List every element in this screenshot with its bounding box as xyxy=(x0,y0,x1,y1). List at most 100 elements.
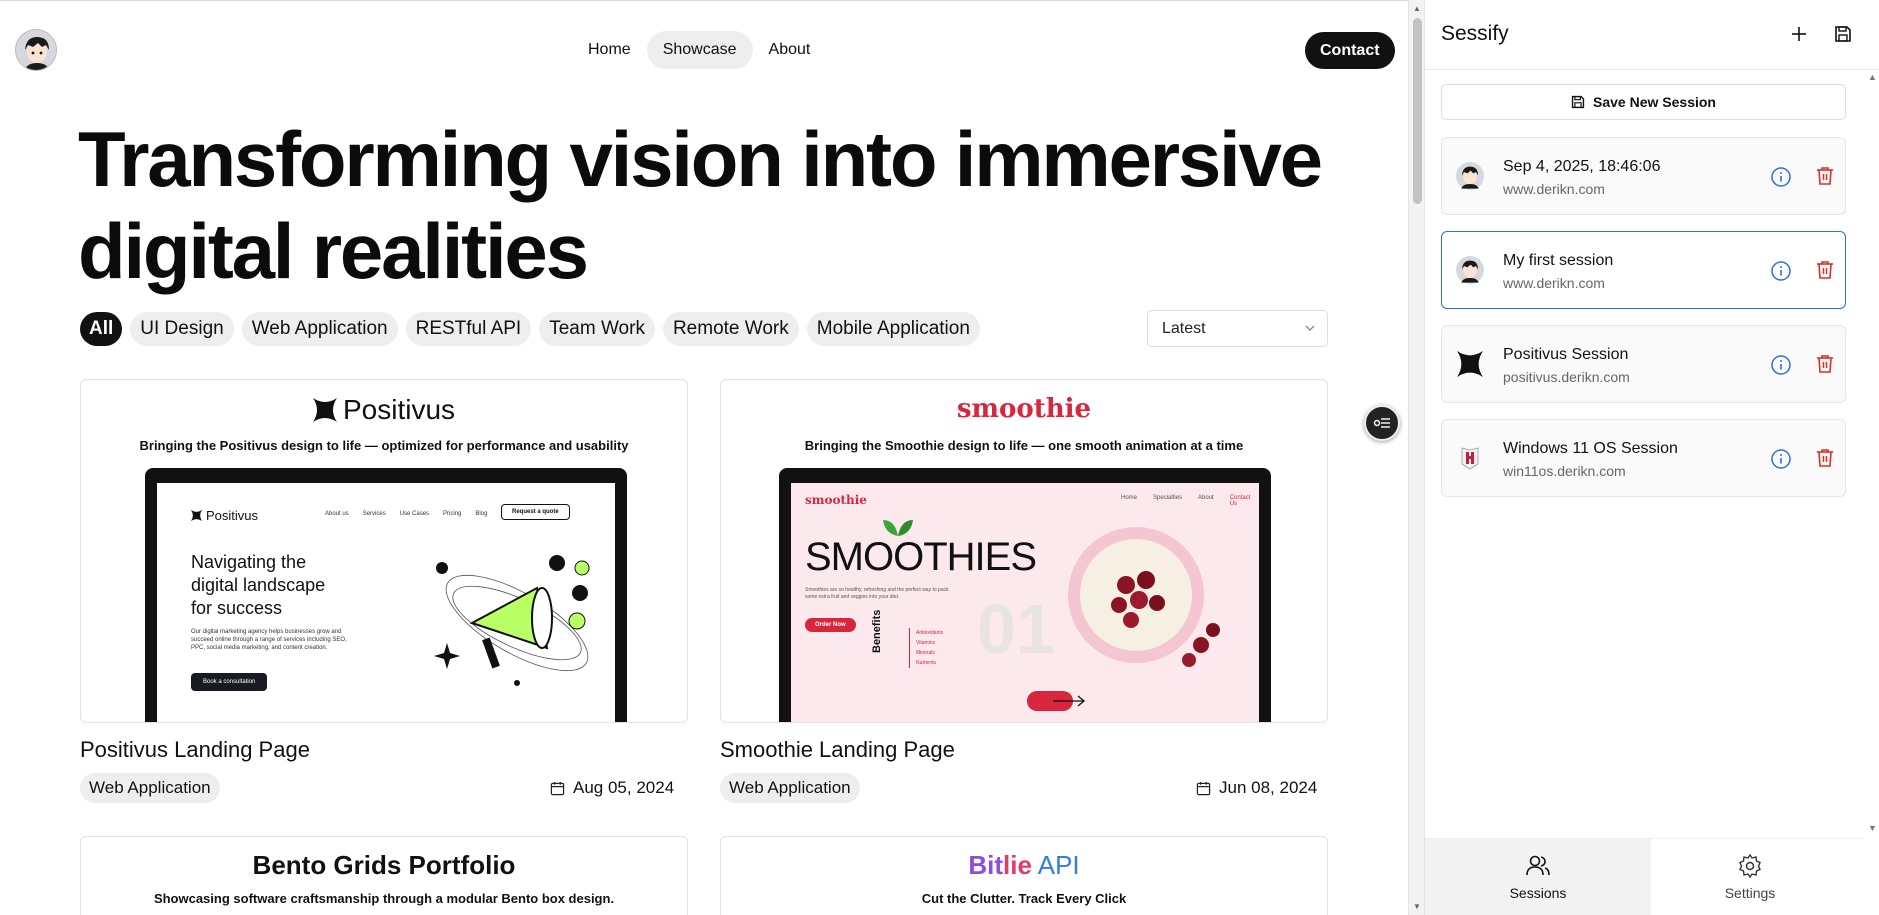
preview-cta: Request a quote xyxy=(501,504,570,520)
sort-selected-value: Latest xyxy=(1162,320,1206,337)
project-card-positivus[interactable]: Positivus Bringing the Positivus design … xyxy=(80,379,688,723)
arrow-right-icon xyxy=(1053,695,1086,707)
trash-icon[interactable] xyxy=(1814,259,1836,281)
filter-list-icon xyxy=(1373,418,1390,428)
filter-chip-team-work[interactable]: Team Work xyxy=(539,312,655,346)
panel-title: Sessify xyxy=(1441,22,1509,45)
plus-icon xyxy=(1792,27,1806,41)
panel-scrollbar[interactable]: ▲ ▼ xyxy=(1864,70,1879,835)
filter-chip-remote-work[interactable]: Remote Work xyxy=(662,312,799,346)
project-card-smoothie[interactable]: smoothie Bringing the Smoothie design to… xyxy=(720,379,1328,723)
session-name: Sep 4, 2025, 18:46:06 xyxy=(1503,158,1661,175)
preview-logo: Positivus xyxy=(191,508,258,523)
filter-chip-restful-api[interactable]: RESTful API xyxy=(405,312,532,346)
info-icon[interactable] xyxy=(1770,448,1792,470)
save-button[interactable] xyxy=(1830,21,1856,47)
info-icon[interactable] xyxy=(1770,354,1792,376)
website-page: Home Showcase About Contact Transforming… xyxy=(0,0,1408,915)
session-item[interactable]: Sep 4, 2025, 18:46:06 www.derikn.com xyxy=(1441,137,1846,215)
avatar-icon xyxy=(1456,256,1484,284)
card-brand: Positivus xyxy=(81,394,687,426)
laptop-mockup: smoothie Home Specialties About Contact Us … xyxy=(779,468,1271,722)
tab-settings[interactable]: Settings xyxy=(1637,839,1863,915)
leaf-icon xyxy=(883,520,913,536)
site-avatar[interactable] xyxy=(15,29,57,71)
category-filters: All UI Design Web Application RESTful AP… xyxy=(80,312,980,346)
scroll-up-icon[interactable]: ▲ xyxy=(1413,4,1421,13)
session-url: win11os.derikn.com xyxy=(1503,463,1626,479)
session-url: www.derikn.com xyxy=(1503,181,1605,197)
floppy-disk-icon xyxy=(1835,26,1851,42)
card-brand: Bitlie API xyxy=(968,850,1080,880)
positivus-logo-icon xyxy=(1456,350,1484,378)
hero-heading: Transforming vision into immersive digit… xyxy=(78,113,1338,297)
page-scrollbar[interactable]: ▲ ▼ xyxy=(1408,0,1424,915)
nav-showcase[interactable]: Showcase xyxy=(646,31,753,69)
preview-button: Order Now xyxy=(805,618,856,632)
page-scrollbar-thumb[interactable] xyxy=(1413,18,1422,204)
filter-chip-all[interactable]: All xyxy=(80,312,123,346)
session-name: My first session xyxy=(1503,252,1614,269)
session-item[interactable]: Windows 11 OS Session win11os.derikn.com xyxy=(1441,419,1846,497)
scroll-down-icon[interactable]: ▼ xyxy=(1868,823,1877,833)
preview-nav: Home Specialties About Contact Us xyxy=(1121,495,1251,507)
nav-about[interactable]: About xyxy=(753,31,827,69)
session-item[interactable]: Positivus Session positivus.derikn.com xyxy=(1441,325,1846,403)
preview-benefits-title: Benefits xyxy=(871,609,883,653)
main-nav: Home Showcase About xyxy=(572,31,826,69)
card-tagline: Cut the Clutter. Track Every Click xyxy=(921,891,1127,906)
sort-select[interactable]: Latest xyxy=(1147,310,1328,347)
trash-icon[interactable] xyxy=(1814,447,1836,469)
floppy-disk-icon xyxy=(1571,95,1585,109)
card-tagline: Showcasing software craftsmanship throug… xyxy=(153,891,615,906)
card-title-positivus[interactable]: Positivus Landing Page xyxy=(80,737,310,763)
filter-chip-mobile-application[interactable]: Mobile Application xyxy=(806,312,980,346)
card-category-chip[interactable]: Web Application xyxy=(80,773,220,803)
preview-headline: Navigating the digital landscape for suc… xyxy=(191,552,326,618)
avatar-icon xyxy=(1456,162,1484,190)
hero-line-1: Transforming vision into immersive xyxy=(78,115,1323,203)
add-session-button[interactable] xyxy=(1786,21,1812,47)
preview-nav: About us Services Use Cases Pricing Blog xyxy=(325,511,488,517)
card-brand: Bento Grids Portfolio xyxy=(252,850,516,880)
card-date: Aug 05, 2024 xyxy=(550,778,674,798)
card-date: Jun 08, 2024 xyxy=(1196,778,1317,798)
smoothie-bowl-icon xyxy=(1068,527,1220,667)
filter-chip-ui-design[interactable]: UI Design xyxy=(130,312,234,346)
sessify-panel: Sessify Save New Session Sep 4, 2025, 18… xyxy=(1424,0,1879,915)
project-card-bitlie[interactable]: Bitlie API Cut the Clutter. Track Every … xyxy=(720,836,1328,915)
card-tagline: Bringing the Smoothie design to life — o… xyxy=(804,438,1244,453)
smoothie-preview: smoothie Home Specialties About Contact Us … xyxy=(791,483,1259,722)
info-icon[interactable] xyxy=(1770,260,1792,282)
hero-line-2: digital realities xyxy=(78,207,589,295)
trash-icon[interactable] xyxy=(1814,165,1836,187)
calendar-icon xyxy=(550,781,565,795)
tab-sessions[interactable]: Sessions xyxy=(1425,839,1651,915)
preview-body: Smoothies are so healthy, refreshing and… xyxy=(805,587,949,600)
trash-icon[interactable] xyxy=(1814,353,1836,375)
scroll-down-icon[interactable]: ▼ xyxy=(1413,902,1421,911)
preview-button: Book a consultation xyxy=(191,673,268,691)
nav-home[interactable]: Home xyxy=(572,31,647,69)
session-item[interactable]: My first session www.derikn.com xyxy=(1441,231,1846,309)
filter-chip-web-application[interactable]: Web Application xyxy=(241,312,398,346)
info-icon[interactable] xyxy=(1770,166,1792,188)
panel-tab-bar: Sessions Settings xyxy=(1425,838,1864,915)
card-category-chip[interactable]: Web Application xyxy=(720,773,860,803)
floating-menu-button[interactable] xyxy=(1364,405,1400,441)
chevron-down-icon xyxy=(1305,311,1315,360)
avatar-icon xyxy=(16,30,56,70)
scroll-up-icon[interactable]: ▲ xyxy=(1868,72,1877,82)
card-title-smoothie[interactable]: Smoothie Landing Page xyxy=(720,737,955,763)
card-brand: smoothie xyxy=(956,394,1092,424)
project-card-bento[interactable]: Bento Grids Portfolio Showcasing softwar… xyxy=(80,836,688,915)
users-icon xyxy=(1526,855,1550,876)
session-url: positivus.derikn.com xyxy=(1503,369,1630,385)
tab-label: Settings xyxy=(1724,885,1776,901)
contact-button[interactable]: Contact xyxy=(1305,32,1395,69)
session-name: Windows 11 OS Session xyxy=(1503,440,1678,457)
gear-icon xyxy=(1739,853,1761,879)
save-new-session-button[interactable]: Save New Session xyxy=(1441,84,1846,120)
preview-headline: SMOOTHIES xyxy=(805,535,1037,579)
card-tagline: Bringing the Positivus design to life — … xyxy=(139,438,629,453)
